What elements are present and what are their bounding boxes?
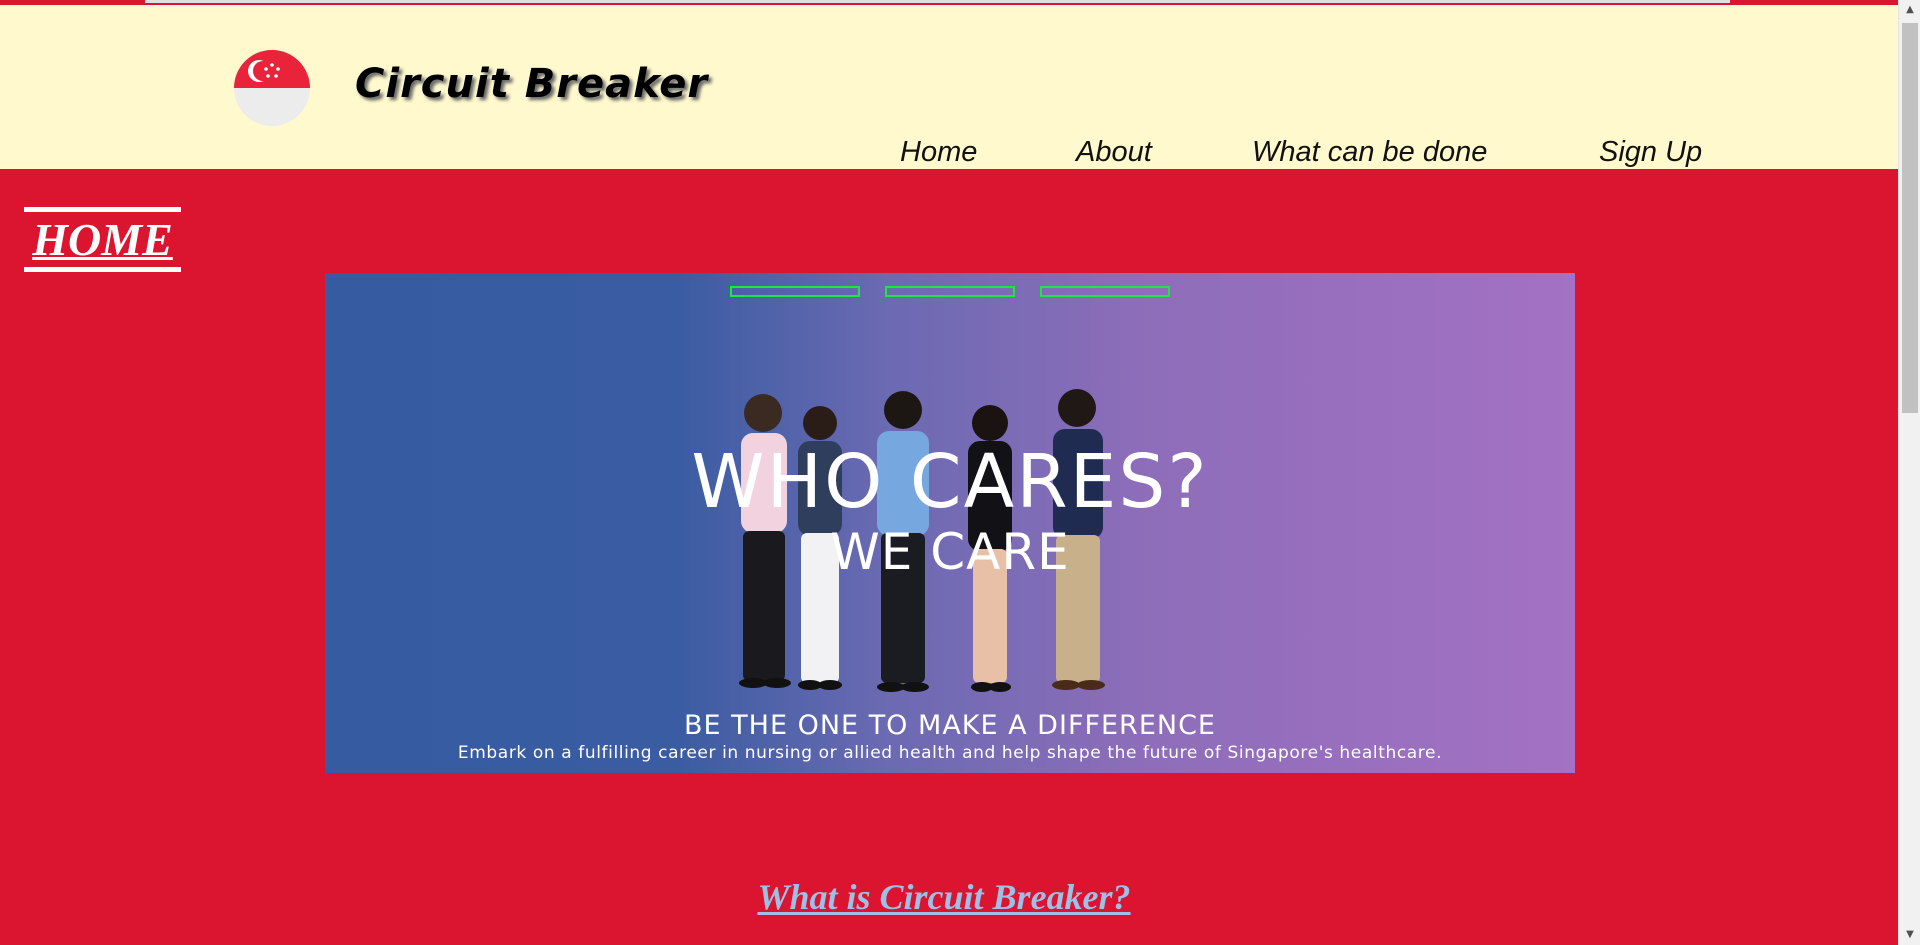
carousel-indicator-2[interactable] <box>885 286 1015 297</box>
top-divider <box>145 0 1730 3</box>
scroll-down-arrow-icon[interactable]: ▼ <box>1899 925 1920 945</box>
banner-title: WHO CARES? <box>691 439 1209 525</box>
banner-cta-text: BE THE ONE TO MAKE A DIFFERENCE <box>684 710 1216 741</box>
scroll-up-arrow-icon[interactable]: ▲ <box>1899 0 1920 20</box>
banner-description: Embark on a fulfilling career in nursing… <box>457 743 1443 763</box>
nav-home-link[interactable]: Home <box>900 136 977 169</box>
page-heading: HOME <box>24 207 181 272</box>
page: Circuit Breaker Home About What can be d… <box>0 0 1920 945</box>
singapore-flag-icon[interactable] <box>234 50 310 126</box>
carousel-slide[interactable]: WHO CARES? WE CARE BE THE ONE TO MAKE A … <box>325 273 1575 773</box>
what-is-circuit-breaker-link[interactable]: What is Circuit Breaker? <box>0 876 1888 918</box>
nav-sign-up-link[interactable]: Sign Up <box>1599 136 1702 169</box>
site-header: Circuit Breaker Home About What can be d… <box>0 5 1898 169</box>
vertical-scrollbar[interactable]: ▲ ▼ <box>1898 0 1920 945</box>
site-title: Circuit Breaker <box>355 61 709 107</box>
carousel-indicator-3[interactable] <box>1040 286 1170 297</box>
scrollbar-thumb[interactable] <box>1902 23 1918 413</box>
nav-about-link[interactable]: About <box>1076 136 1152 169</box>
carousel-indicator-1[interactable] <box>730 286 860 297</box>
banner-subtitle: WE CARE <box>830 523 1070 581</box>
nav-what-can-be-done-link[interactable]: What can be done <box>1252 136 1487 169</box>
